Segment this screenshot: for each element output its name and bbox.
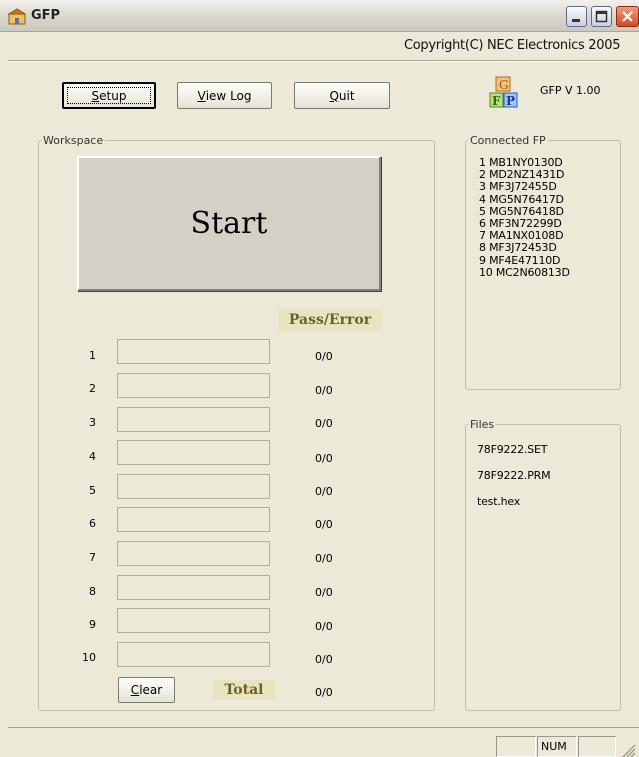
clear-accel: C	[130, 683, 140, 697]
copyright-text: Copyright(C) NEC Electronics 2005	[404, 38, 621, 53]
row-pass-error: 0/0	[315, 485, 333, 498]
total-label: Total	[213, 680, 275, 700]
quit-label: uit	[338, 88, 355, 103]
list-item: 10 MC2N60813D	[479, 265, 570, 279]
header-divider	[8, 60, 639, 62]
row-progress-field	[117, 407, 270, 432]
row-number: 10	[82, 651, 96, 664]
list-item: 78F9222.PRM	[477, 469, 551, 482]
row-progress-field	[117, 373, 270, 398]
view-log-accel: V	[197, 88, 206, 103]
row-number: 6	[89, 517, 96, 530]
row-progress-field	[117, 339, 270, 364]
row-number: 3	[89, 416, 96, 429]
list-item: 3 MF3J72455D	[479, 180, 557, 194]
gfp-logo-icon: G F P	[489, 76, 518, 108]
row-number: 9	[89, 618, 96, 631]
files-label: Files	[468, 418, 497, 431]
row-number: 1	[89, 349, 96, 362]
maximize-icon	[595, 10, 608, 23]
minimize-icon	[572, 19, 580, 22]
start-button[interactable]: Start	[77, 156, 381, 291]
connected-fp-list: 1 MB1NY0130D 2 MD2NZ1431D 3 MF3J72455D 4…	[479, 156, 570, 279]
list-item: 78F9222.SET	[477, 443, 548, 456]
clear-label: lear	[139, 683, 163, 697]
list-item: test.hex	[477, 495, 521, 508]
version-label: GFP V 1.00	[540, 84, 601, 97]
row-pass-error: 0/0	[315, 653, 333, 666]
list-item: 8 MF3J72453D	[479, 241, 557, 255]
clear-button[interactable]: Clear	[118, 677, 175, 703]
pass-error-header: Pass/Error	[278, 309, 382, 331]
row-pass-error: 0/0	[315, 452, 333, 465]
row-progress-field	[117, 474, 270, 499]
list-item: 4 MG5N76417D	[479, 192, 564, 206]
resize-grip-icon[interactable]	[620, 742, 636, 757]
row-number: 5	[89, 484, 96, 497]
setup-accel: S	[91, 88, 100, 103]
setup-label: etup	[99, 88, 127, 103]
row-progress-field	[117, 507, 270, 532]
row-pass-error: 0/0	[315, 620, 333, 633]
status-cell-empty	[578, 736, 616, 757]
app-icon	[8, 8, 26, 25]
total-value: 0/0	[315, 686, 333, 699]
row-number: 8	[89, 585, 96, 598]
row-pass-error: 0/0	[315, 417, 333, 430]
row-pass-error: 0/0	[315, 586, 333, 599]
setup-button[interactable]: Setup	[62, 82, 156, 109]
row-pass-error: 0/0	[315, 552, 333, 565]
num-lock-indicator: NUM	[537, 736, 577, 757]
window-title: GFP	[31, 8, 61, 23]
row-progress-field	[117, 642, 270, 667]
title-bar[interactable]: GFP	[0, 0, 639, 32]
row-progress-field	[117, 608, 270, 633]
close-icon	[622, 11, 633, 22]
row-pass-error: 0/0	[315, 384, 333, 397]
row-progress-field	[117, 575, 270, 600]
connected-fp-label: Connected FP	[468, 134, 548, 147]
row-progress-field	[117, 440, 270, 465]
list-item: 9 MF4E47110D	[479, 253, 561, 267]
logo-letter-f: F	[492, 94, 501, 108]
logo-letter-g: G	[499, 78, 509, 92]
view-log-label: iew Log	[205, 88, 252, 103]
row-pass-error: 0/0	[315, 518, 333, 531]
logo-letter-p: P	[506, 94, 515, 108]
close-button[interactable]	[616, 6, 639, 27]
files-list: 78F9222.SET 78F9222.PRM test.hex	[477, 443, 551, 521]
maximize-button[interactable]	[591, 6, 612, 27]
quit-accel: Q	[329, 88, 339, 103]
row-pass-error: 0/0	[315, 350, 333, 363]
row-number: 7	[89, 551, 96, 564]
minimize-button[interactable]	[566, 6, 587, 27]
quit-button[interactable]: Quit	[294, 82, 390, 109]
status-cell-empty	[496, 736, 536, 757]
view-log-button[interactable]: View Log	[177, 82, 272, 109]
status-bar: NUM	[8, 727, 639, 757]
row-number: 4	[89, 450, 96, 463]
workspace-label: Workspace	[41, 134, 106, 147]
row-number: 2	[89, 382, 96, 395]
row-progress-field	[117, 541, 270, 566]
